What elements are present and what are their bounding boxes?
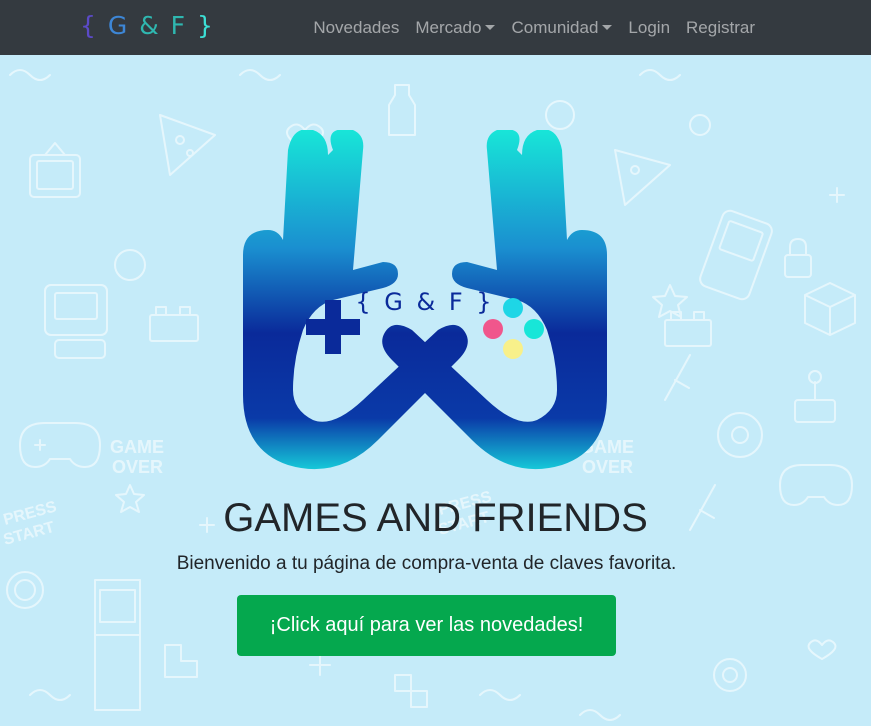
game-over-doodle-text: OVER — [112, 457, 163, 477]
hero-subtitle: Bienvenido a tu página de compra-venta d… — [176, 553, 677, 574]
nav-mercado-dropdown[interactable]: Mercado — [407, 18, 503, 38]
handheld-console-icon — [44, 284, 108, 359]
bottle-icon — [388, 84, 416, 136]
game-over-doodle-text: GAME — [110, 437, 164, 457]
nav-login-label: Login — [628, 17, 671, 37]
brand-amp: & — [139, 11, 161, 40]
hero-title: GAMES AND FRIENDS — [223, 496, 648, 540]
tv-icon — [29, 142, 81, 198]
brick-icon — [664, 311, 712, 347]
nav-registrar[interactable]: Registrar — [678, 18, 763, 38]
games-and-friends-logo: { G & F } — [243, 130, 607, 470]
handheld-console-icon — [699, 209, 773, 301]
pizza-icon — [159, 114, 216, 176]
joystick-icon — [794, 370, 836, 423]
caret-down-icon — [602, 25, 613, 30]
nav-login[interactable]: Login — [620, 18, 678, 38]
nav-comunidad-label: Comunidad — [511, 17, 599, 37]
brand-brace-open: { — [80, 11, 98, 40]
nav-comunidad-dropdown[interactable]: Comunidad — [503, 18, 620, 38]
nav-mercado-label: Mercado — [415, 17, 482, 37]
brand-f: F — [170, 11, 188, 40]
arcade-cabinet-icon — [94, 579, 141, 711]
hero-section: GAME OVER GAME OVER PRESS START PRESS ST… — [0, 55, 871, 726]
logo-text: { G & F } — [355, 288, 494, 316]
cta-label: ¡Click aquí para ver las novedades! — [269, 614, 584, 636]
puzzle-cube-icon — [804, 282, 856, 336]
nav-novedades[interactable]: Novedades — [305, 18, 407, 38]
caret-down-icon — [485, 25, 496, 30]
brand-brace-close: } — [196, 11, 215, 40]
nav-links: Novedades Mercado Comunidad Login Regist… — [305, 0, 763, 55]
gamepad-icon — [19, 422, 101, 468]
nav-novedades-label: Novedades — [313, 17, 400, 37]
navbar: { G & F } Novedades Mercado Comunidad Lo… — [0, 0, 871, 55]
brick-icon — [149, 306, 199, 342]
brand-logo[interactable]: { G & F } — [80, 9, 215, 43]
nav-registrar-label: Registrar — [686, 17, 755, 37]
brand-g: G — [107, 11, 130, 40]
lock-icon — [784, 238, 812, 278]
novedades-cta-button[interactable]: ¡Click aquí para ver las novedades! — [237, 595, 616, 656]
